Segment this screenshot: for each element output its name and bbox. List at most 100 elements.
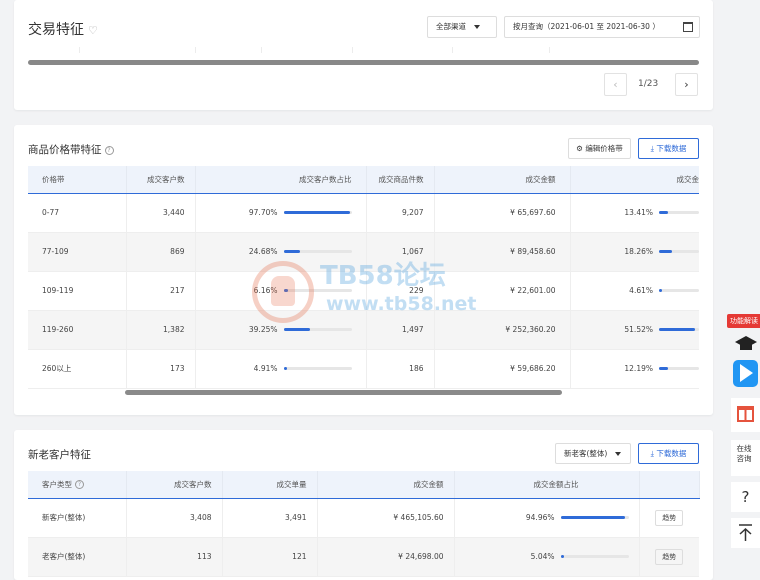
help-button[interactable]: ?	[731, 482, 760, 512]
orders-cell: 3,491	[222, 498, 318, 538]
share-bar-fill	[283, 211, 350, 215]
back-to-top-button[interactable]	[731, 518, 760, 548]
customers-cell: 3,408	[126, 498, 223, 538]
customer-type-select[interactable]: 新老客(整体)	[555, 443, 631, 464]
amount-share-cell: 5.04%	[454, 537, 640, 577]
amount-cell: ¥ 89,458.60	[434, 232, 571, 272]
table-row: 109-119 217 6.16% 229 ¥ 22,601.00 4.61%	[28, 271, 699, 311]
amount-share-value: 5.04%	[530, 552, 555, 562]
gift-icon	[737, 406, 754, 422]
online-consult-button[interactable]: 在线咨询	[731, 440, 760, 476]
download-data-button[interactable]: ⤓ 下载数据	[638, 138, 699, 159]
column-header[interactable]: 成交金额	[317, 471, 455, 499]
share-cell: 24.68%	[195, 232, 367, 272]
table-row: 0-77 3,440 97.70% 9,207 ¥ 65,697.60 13.41%	[28, 193, 699, 233]
amount-share-bar-fill	[560, 516, 626, 520]
calendar-icon	[683, 22, 693, 32]
trade-features-title: 交易特征 ♡	[28, 22, 98, 38]
customer-type-cell: 老客户(整体)	[28, 537, 127, 577]
table-row: 新客户(整体) 3,408 3,491 ¥ 465,105.60 94.96% 趋势	[28, 498, 699, 538]
column-header[interactable]: 成交商品件数	[366, 166, 435, 194]
column-divider	[549, 47, 550, 53]
share-bar	[283, 211, 352, 215]
amount-share-cell: 18.26%	[570, 232, 699, 272]
share-value: 97.70%	[248, 208, 278, 218]
amount-cell: ¥ 252,360.20	[434, 310, 571, 350]
amount-share-bar	[659, 289, 699, 293]
horizontal-scrollbar[interactable]	[125, 390, 562, 395]
price-band-cell: 109-119	[28, 271, 127, 311]
amount-cell: ¥ 59,686.20	[434, 349, 571, 389]
amount-share-value: 51.52%	[624, 325, 653, 335]
column-header[interactable]: 成交客户数占比	[195, 166, 367, 194]
amount-share-cell: 51.52%	[570, 310, 699, 350]
chevron-down-icon	[474, 25, 480, 29]
table-header-row: 价格带 成交客户数 成交客户数占比 成交商品件数 成交金额 成交金	[28, 166, 699, 194]
amount-share-value: 12.19%	[624, 364, 653, 374]
gift-button[interactable]	[731, 398, 760, 432]
column-header[interactable]: 成交金额占比	[454, 471, 640, 499]
items-cell: 186	[366, 349, 435, 389]
prev-page-button[interactable]: ‹	[604, 73, 627, 96]
arrow-up-icon	[739, 524, 752, 541]
share-bar	[283, 250, 352, 254]
table-row: 260以上 173 4.91% 186 ¥ 59,686.20 12.19%	[28, 349, 699, 389]
amount-share-value: 4.61%	[629, 286, 653, 296]
amount-share-bar	[659, 211, 699, 215]
share-bar	[283, 367, 352, 371]
price-band-cell: 77-109	[28, 232, 127, 272]
help-icon[interactable]: ?	[104, 145, 114, 155]
horizontal-scrollbar[interactable]	[28, 60, 699, 65]
column-header[interactable]: 成交金额	[434, 166, 571, 194]
customers-cell: 173	[126, 349, 196, 389]
share-cell: 97.70%	[195, 193, 367, 233]
download-data-button[interactable]: ⤓ 下载数据	[638, 443, 699, 464]
download-icon: ⤓	[650, 449, 654, 458]
column-header[interactable]: 价格带	[28, 166, 127, 194]
question-icon: ?	[741, 488, 750, 506]
amount-share-bar	[659, 328, 699, 332]
amount-share-cell: 4.61%	[570, 271, 699, 311]
heart-icon[interactable]: ♡	[88, 24, 98, 37]
assistant-widget[interactable]	[731, 330, 760, 392]
amount-cell: ¥ 65,697.60	[434, 193, 571, 233]
column-header[interactable]: 成交客户数	[126, 471, 223, 499]
price-band-cell: 119-260	[28, 310, 127, 350]
column-header[interactable]: 成交金	[570, 166, 699, 194]
help-icon[interactable]: ?	[75, 480, 84, 490]
column-header[interactable]: 成交客户数	[126, 166, 196, 194]
share-bar	[283, 289, 352, 293]
column-header[interactable]: 成交单量	[222, 471, 318, 499]
column-divider	[452, 47, 453, 53]
customers-cell: 869	[126, 232, 196, 272]
download-icon: ⤓	[650, 144, 654, 153]
edit-price-band-button[interactable]: ⚙ 编辑价格带	[568, 138, 631, 159]
channel-select[interactable]: 全部渠道	[427, 16, 497, 38]
price-band-card: 商品价格带特征? ⚙ 编辑价格带 ⤓ 下载数据 价格带 成交客户数 成交客户数占…	[14, 125, 713, 415]
page-indicator: 1/23	[638, 79, 659, 89]
trend-button[interactable]: 趋势	[655, 548, 684, 565]
amount-share-value: 18.26%	[624, 247, 653, 257]
table-row: 119-260 1,382 39.25% 1,497 ¥ 252,360.20 51.52…	[28, 310, 699, 350]
share-cell: 4.91%	[195, 349, 367, 389]
column-divider	[261, 47, 262, 53]
amount-share-bar-fill	[560, 555, 564, 559]
price-band-title: 商品价格带特征?	[28, 142, 114, 157]
trade-features-card: 交易特征 ♡ 全部渠道 按月查询（2021-06-01 至 2021-06-30 …	[14, 0, 713, 110]
feature-guide-badge[interactable]: 功能解读	[727, 314, 760, 328]
next-page-button[interactable]: ›	[675, 73, 698, 96]
amount-cell: ¥ 24,698.00	[317, 537, 455, 577]
column-divider	[195, 47, 196, 53]
table-row: 77-109 869 24.68% 1,067 ¥ 89,458.60 18.26%	[28, 232, 699, 272]
date-range-picker[interactable]: 按月查询（2021-06-01 至 2021-06-30 ）	[504, 16, 700, 38]
amount-share-bar-fill	[659, 289, 663, 293]
price-band-cell: 260以上	[28, 349, 127, 389]
table-header-row: 客户类型? 成交客户数 成交单量 成交金额 成交金额占比	[28, 471, 700, 499]
amount-share-cell: 12.19%	[570, 349, 699, 389]
amount-share-bar-fill	[659, 250, 672, 254]
price-band-cell: 0-77	[28, 193, 127, 233]
trend-button[interactable]: 趋势	[655, 509, 684, 526]
column-header	[639, 471, 700, 499]
customer-type-cell: 新客户(整体)	[28, 498, 127, 538]
column-header[interactable]: 客户类型?	[28, 471, 127, 499]
